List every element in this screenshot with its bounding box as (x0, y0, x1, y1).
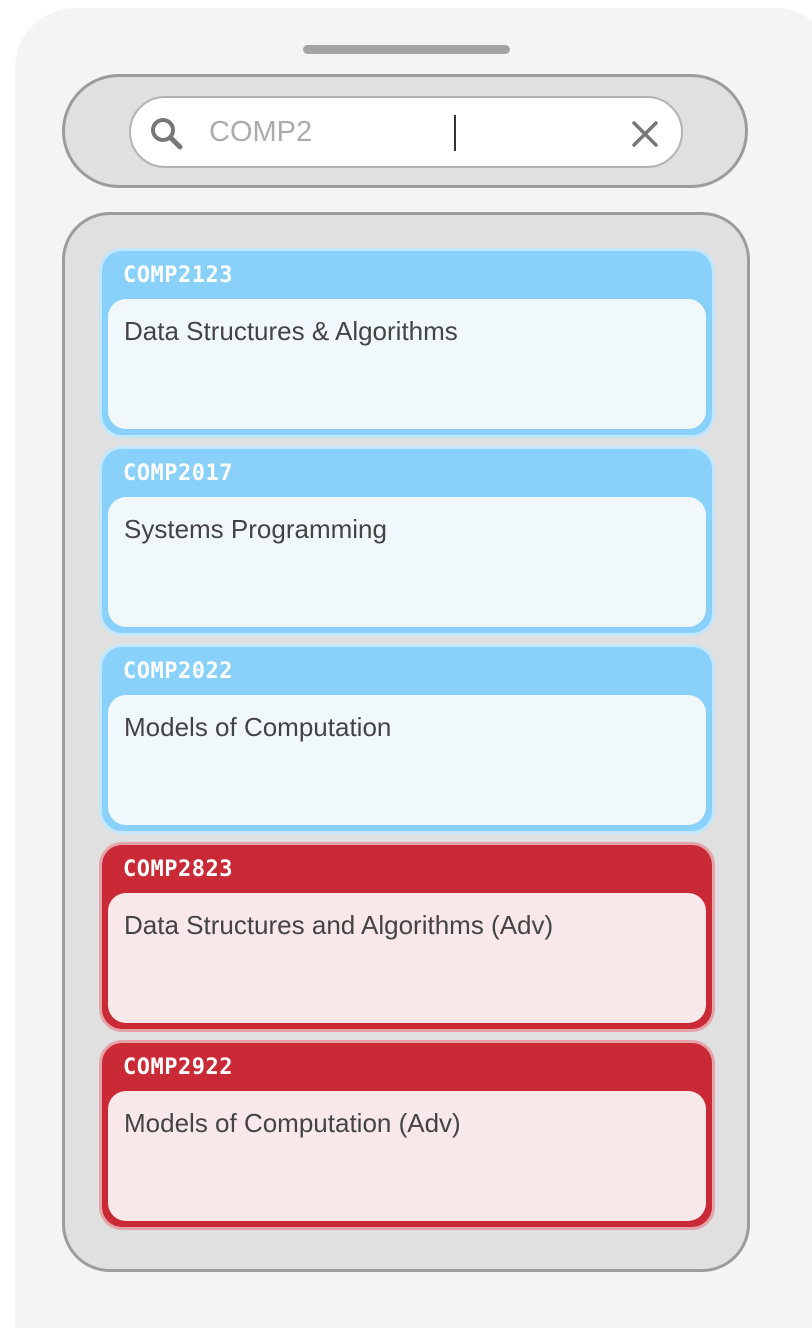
course-card[interactable]: COMP2823 Data Structures and Algorithms … (102, 845, 712, 1029)
course-card-body: Models of Computation (108, 695, 706, 825)
course-card-body: Systems Programming (108, 497, 706, 627)
course-card[interactable]: COMP2922 Models of Computation (Adv) (102, 1043, 712, 1227)
course-card-body: Data Structures & Algorithms (108, 299, 706, 429)
course-card[interactable]: COMP2123 Data Structures & Algorithms (102, 251, 712, 435)
course-code: COMP2017 (123, 461, 233, 486)
course-code: COMP2123 (123, 263, 233, 288)
course-card-body: Models of Computation (Adv) (108, 1091, 706, 1221)
course-title: Data Structures and Algorithms (Adv) (124, 910, 554, 940)
search-input[interactable] (209, 110, 589, 154)
course-code: COMP2022 (123, 659, 233, 684)
course-title: Systems Programming (124, 514, 387, 544)
course-code: COMP2823 (123, 857, 233, 882)
course-title: Models of Computation (Adv) (124, 1108, 461, 1138)
text-caret (454, 115, 456, 151)
search-bar[interactable] (129, 96, 683, 168)
sheet-grabber-handle[interactable] (303, 45, 510, 54)
course-title: Data Structures & Algorithms (124, 316, 458, 346)
course-card[interactable]: COMP2022 Models of Computation (102, 647, 712, 831)
course-card-body: Data Structures and Algorithms (Adv) (108, 893, 706, 1023)
course-code: COMP2922 (123, 1055, 233, 1080)
search-icon (151, 118, 183, 150)
course-title: Models of Computation (124, 712, 392, 742)
course-card[interactable]: COMP2017 Systems Programming (102, 449, 712, 633)
close-icon[interactable] (629, 118, 661, 150)
